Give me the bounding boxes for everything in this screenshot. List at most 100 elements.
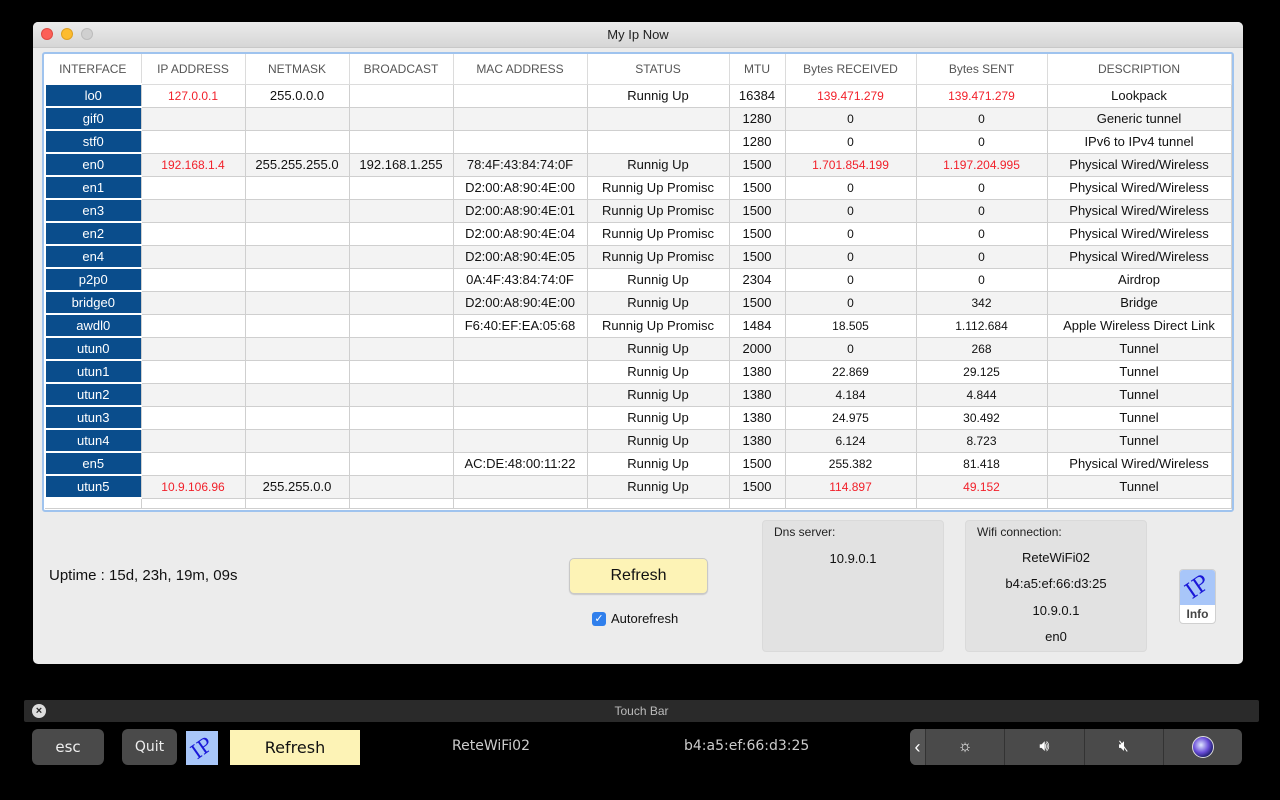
mtu-cell: 1484 [729, 314, 786, 338]
bytes-received-cell: 18.505 [785, 314, 917, 338]
broadcast-cell [349, 84, 454, 108]
broadcast-cell [349, 291, 454, 315]
description-cell: Tunnel [1047, 337, 1232, 361]
interfaces-table-container[interactable]: INTERFACE IP ADDRESS NETMASK BROADCAST MAC A… [42, 52, 1234, 512]
bytes-received-cell: 255.382 [785, 452, 917, 476]
dns-panel: Dns server: 10.9.0.1 [762, 520, 944, 652]
bytes-sent-cell: 0 [916, 222, 1048, 246]
column-header[interactable]: Bytes RECEIVED [785, 54, 917, 85]
column-header[interactable]: MTU [729, 54, 786, 85]
bytes-received-cell: 114.897 [785, 475, 917, 499]
quit-button[interactable]: Quit [122, 729, 177, 765]
ip-address-cell [141, 337, 246, 361]
broadcast-cell [349, 176, 454, 200]
status-cell: Runnig Up [587, 337, 730, 361]
column-header[interactable]: DESCRIPTION [1047, 54, 1232, 85]
table-row[interactable]: lo0 127.0.0.1 255.0.0.0 Runnig Up 16384 139.4… [44, 83, 1232, 108]
column-header[interactable]: IP ADDRESS [141, 54, 246, 85]
netmask-cell [245, 406, 350, 430]
status-cell: Runnig Up Promisc [587, 199, 730, 223]
volume-icon[interactable]: 🔊︎ [1005, 729, 1085, 765]
interface-cell: stf0 [44, 129, 142, 154]
table-row[interactable]: en5 AC:DE:48:00:11:22 Runnig Up 1500 255.382… [44, 451, 1232, 476]
column-header[interactable]: INTERFACE [45, 54, 142, 85]
table-row[interactable]: en2 D2:00:A8:90:4E:04 Runnig Up Promisc 150… [44, 221, 1232, 246]
wifi-panel: Wifi connection: ReteWiFi02 b4:a5:ef:66:… [965, 520, 1147, 652]
info-button[interactable]: IP Info [1179, 569, 1216, 624]
interface-cell: utun2 [44, 382, 142, 407]
minimize-window-button[interactable] [61, 28, 73, 40]
esc-key[interactable]: esc [32, 729, 104, 765]
status-cell: Runnig Up Promisc [587, 314, 730, 338]
table-row[interactable]: utun5 10.9.106.96 255.255.0.0 Runnig Up 1500… [44, 474, 1232, 499]
autorefresh-checkbox[interactable]: ✓ Autorefresh [592, 611, 678, 626]
mac-address-cell: D2:00:A8:90:4E:05 [453, 245, 588, 269]
netmask-cell [245, 314, 350, 338]
refresh-button[interactable]: Refresh [569, 558, 708, 594]
column-header[interactable]: NETMASK [245, 54, 350, 85]
table-row[interactable]: gif0 1280 0 0 Generic tunnel [44, 106, 1232, 131]
mac-address-cell [453, 475, 588, 499]
bytes-received-cell: 6.124 [785, 429, 917, 453]
table-row[interactable]: bridge0 D2:00:A8:90:4E:00 Runnig Up 1500 0 34… [44, 290, 1232, 315]
checkmark-icon[interactable]: ✓ [592, 611, 606, 626]
table-row[interactable]: en1 D2:00:A8:90:4E:00 Runnig Up Promisc 150… [44, 175, 1232, 200]
interface-cell: lo0 [44, 83, 142, 108]
mute-icon[interactable]: 🔇︎ [1085, 729, 1164, 765]
siri-button[interactable] [1164, 729, 1242, 765]
empty-cell [349, 498, 454, 509]
mtu-cell: 1380 [729, 383, 786, 407]
broadcast-cell [349, 130, 454, 154]
table-row[interactable]: p2p0 0A:4F:43:84:74:0F Runnig Up 2304 0 0 Aird… [44, 267, 1232, 292]
bytes-sent-cell: 0 [916, 268, 1048, 292]
interface-cell: en0 [44, 152, 142, 177]
title-bar: My Ip Now [33, 22, 1243, 48]
dns-title: Dns server: [774, 525, 836, 539]
netmask-cell [245, 245, 350, 269]
status-cell: Runnig Up [587, 429, 730, 453]
bytes-sent-cell: 0 [916, 245, 1048, 269]
table-row[interactable]: utun0 Runnig Up 2000 0 268 Tunnel [44, 336, 1232, 361]
touchbar-mac: b4:a5:ef:66:d3:25 [684, 738, 810, 754]
netmask-cell [245, 429, 350, 453]
wifi-bssid: b4:a5:ef:66:d3:25 [1005, 576, 1107, 591]
wifi-interface: en0 [1045, 629, 1067, 644]
ip-logo-icon[interactable]: IP [186, 731, 218, 765]
broadcast-cell [349, 383, 454, 407]
ip-address-cell [141, 360, 246, 384]
table-row[interactable]: en3 D2:00:A8:90:4E:01 Runnig Up Promisc 150… [44, 198, 1232, 223]
touchbar-refresh-button[interactable]: Refresh [230, 730, 360, 765]
empty-cell [453, 498, 588, 509]
touchbar-ssid: ReteWiFi02 [452, 738, 530, 754]
ip-address-cell [141, 130, 246, 154]
table-row[interactable]: awdl0 F6:40:EF:EA:05:68 Runnig Up Promisc 1… [44, 313, 1232, 338]
interface-cell: utun3 [44, 405, 142, 430]
column-header[interactable]: Bytes SENT [916, 54, 1048, 85]
interface-cell: en5 [44, 451, 142, 476]
description-cell: Physical Wired/Wireless [1047, 452, 1232, 476]
interface-cell: p2p0 [44, 267, 142, 292]
close-icon[interactable]: × [32, 704, 46, 718]
status-cell: Runnig Up [587, 153, 730, 177]
chevron-left-icon[interactable]: ‹ [910, 729, 926, 765]
ip-address-cell [141, 107, 246, 131]
table-row[interactable]: utun1 Runnig Up 1380 22.869 29.125 Tunnel [44, 359, 1232, 384]
table-row[interactable]: stf0 1280 0 0 IPv6 to IPv4 tunnel [44, 129, 1232, 154]
column-header[interactable]: MAC ADDRESS [453, 54, 588, 85]
broadcast-cell [349, 452, 454, 476]
close-window-button[interactable] [41, 28, 53, 40]
table-row[interactable]: utun4 Runnig Up 1380 6.124 8.723 Tunnel [44, 428, 1232, 453]
table-row[interactable]: en0 192.168.1.4 255.255.255.0 192.168.1.255… [44, 152, 1232, 177]
empty-cell [729, 498, 786, 509]
column-header[interactable]: STATUS [587, 54, 730, 85]
broadcast-cell [349, 429, 454, 453]
interface-cell: utun5 [44, 474, 142, 499]
brightness-icon[interactable]: ☼ [926, 729, 1006, 765]
table-row[interactable]: utun3 Runnig Up 1380 24.975 30.492 Tunnel [44, 405, 1232, 430]
touch-bar-title: Touch Bar [614, 704, 669, 718]
column-header[interactable]: BROADCAST [349, 54, 454, 85]
wifi-title: Wifi connection: [977, 525, 1062, 539]
table-row[interactable]: utun2 Runnig Up 1380 4.184 4.844 Tunnel [44, 382, 1232, 407]
maximize-window-button[interactable] [81, 28, 93, 40]
table-row[interactable]: en4 D2:00:A8:90:4E:05 Runnig Up Promisc 150… [44, 244, 1232, 269]
